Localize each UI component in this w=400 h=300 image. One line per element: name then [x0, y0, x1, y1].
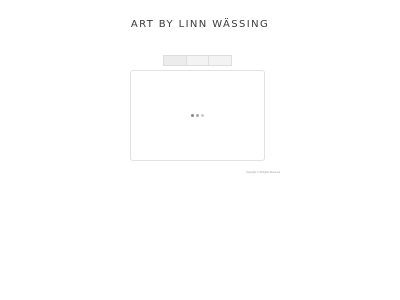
loading-dot	[201, 114, 204, 117]
nav-bar	[163, 55, 232, 66]
nav-button-3[interactable]	[209, 56, 232, 65]
loading-dot	[191, 114, 194, 117]
site-title: ART BY LINN WÄSSING	[130, 19, 270, 30]
page: ART BY LINN WÄSSING Copyright © All Righ…	[0, 0, 400, 300]
copyright-text: Copyright © All Rights Reserved	[246, 171, 281, 174]
loading-dot	[196, 114, 199, 117]
loading-dots-icon	[191, 114, 204, 117]
nav-button-2[interactable]	[186, 56, 210, 65]
nav-button-1[interactable]	[164, 56, 187, 65]
